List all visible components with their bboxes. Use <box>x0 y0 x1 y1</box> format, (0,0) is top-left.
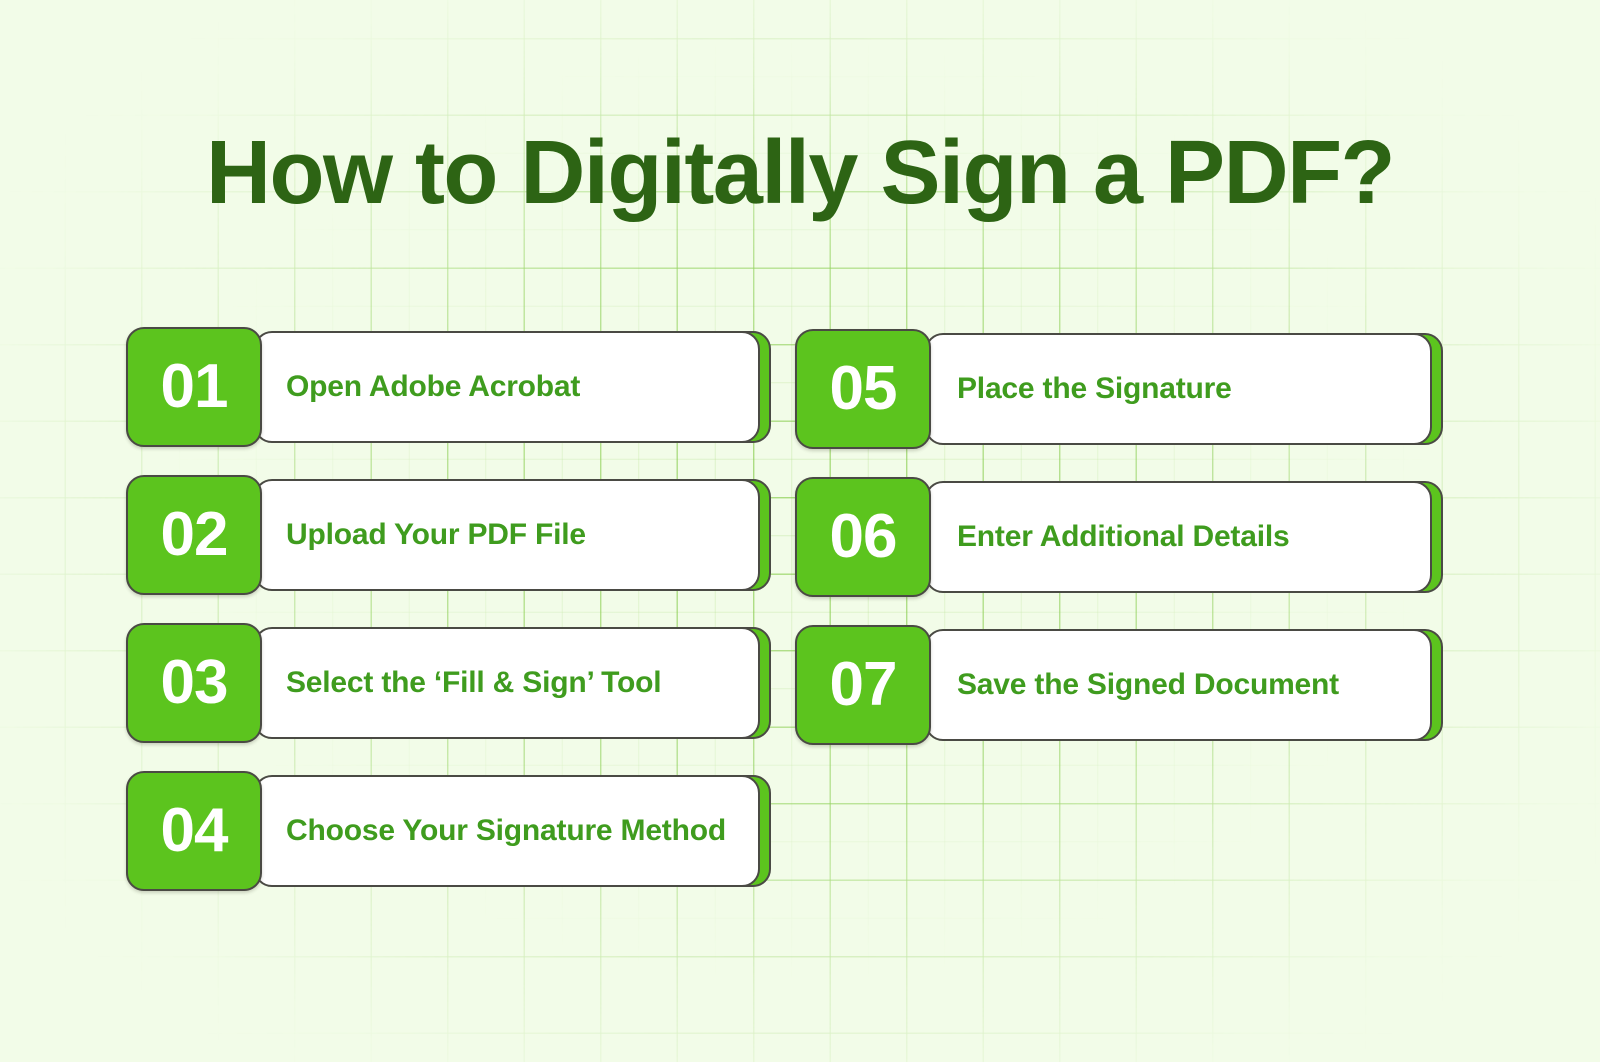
step-item-06[interactable]: 06 Enter Additional Details <box>795 477 1443 597</box>
step-badge-06: 06 <box>795 477 931 597</box>
step-card-front-03[interactable]: Select the ‘Fill & Sign’ Tool <box>254 627 760 739</box>
step-number-05: 05 <box>829 354 898 423</box>
step-badge-04: 04 <box>126 771 262 891</box>
step-card-front-05[interactable]: Place the Signature <box>925 333 1432 445</box>
page-title: How to Digitally Sign a PDF? <box>205 123 1396 223</box>
step-card-05[interactable]: Place the Signature <box>925 333 1443 445</box>
step-badge-02: 02 <box>126 475 262 595</box>
step-label-05: Place the Signature <box>957 371 1232 405</box>
step-card-02[interactable]: Upload Your PDF File <box>254 479 771 591</box>
step-card-06[interactable]: Enter Additional Details <box>925 481 1443 593</box>
step-badge-01: 01 <box>126 327 262 447</box>
step-label-06: Enter Additional Details <box>957 519 1290 553</box>
step-label-04: Choose Your Signature Method <box>286 813 726 847</box>
step-card-03[interactable]: Select the ‘Fill & Sign’ Tool <box>254 627 771 739</box>
step-number-06: 06 <box>829 502 898 571</box>
step-label-02: Upload Your PDF File <box>286 517 586 551</box>
step-badge-03: 03 <box>126 623 262 743</box>
step-card-04[interactable]: Choose Your Signature Method <box>254 775 771 887</box>
step-card-front-02[interactable]: Upload Your PDF File <box>254 479 760 591</box>
step-label-07: Save the Signed Document <box>957 667 1339 701</box>
step-number-01: 01 <box>160 352 229 421</box>
step-number-04: 04 <box>160 796 229 865</box>
step-card-front-01[interactable]: Open Adobe Acrobat <box>254 331 760 443</box>
step-item-03[interactable]: 03 Select the ‘Fill & Sign’ Tool <box>126 623 771 743</box>
step-number-07: 07 <box>829 650 898 719</box>
step-badge-05: 05 <box>795 329 931 449</box>
step-number-02: 02 <box>160 500 229 569</box>
step-card-07[interactable]: Save the Signed Document <box>925 629 1443 741</box>
step-card-front-06[interactable]: Enter Additional Details <box>925 481 1432 593</box>
step-label-01: Open Adobe Acrobat <box>286 369 581 403</box>
step-item-07[interactable]: 07 Save the Signed Document <box>795 625 1443 745</box>
step-card-front-07[interactable]: Save the Signed Document <box>925 629 1432 741</box>
step-item-01[interactable]: 01 Open Adobe Acrobat <box>126 327 771 447</box>
step-badge-07: 07 <box>795 625 931 745</box>
step-card-front-04[interactable]: Choose Your Signature Method <box>254 775 760 887</box>
step-item-04[interactable]: 04 Choose Your Signature Method <box>126 771 771 891</box>
step-number-03: 03 <box>160 648 229 717</box>
step-card-01[interactable]: Open Adobe Acrobat <box>254 331 771 443</box>
step-item-02[interactable]: 02 Upload Your PDF File <box>126 475 771 595</box>
step-label-03: Select the ‘Fill & Sign’ Tool <box>286 665 662 699</box>
step-item-05[interactable]: 05 Place the Signature <box>795 329 1443 449</box>
